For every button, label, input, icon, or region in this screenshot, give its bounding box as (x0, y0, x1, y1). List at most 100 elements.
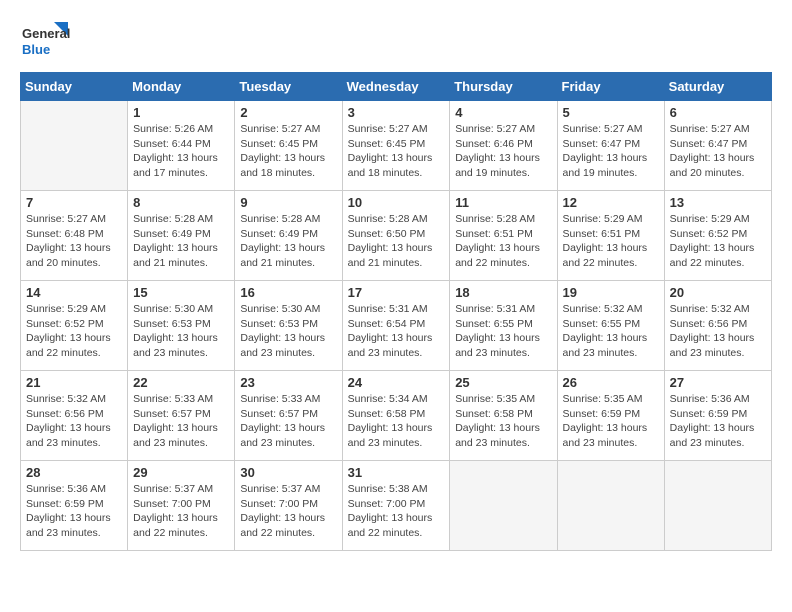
day-info: Sunrise: 5:27 AMSunset: 6:46 PMDaylight:… (455, 122, 551, 181)
day-info: Sunrise: 5:32 AMSunset: 6:55 PMDaylight:… (563, 302, 659, 361)
day-info: Sunrise: 5:27 AMSunset: 6:47 PMDaylight:… (563, 122, 659, 181)
calendar-cell (664, 461, 771, 551)
day-number: 17 (348, 285, 445, 300)
week-row-2: 14 Sunrise: 5:29 AMSunset: 6:52 PMDayligh… (21, 281, 772, 371)
calendar-table: SundayMondayTuesdayWednesdayThursdayFrid… (20, 72, 772, 551)
calendar-cell: 25 Sunrise: 5:35 AMSunset: 6:58 PMDayligh… (450, 371, 557, 461)
calendar-cell: 6 Sunrise: 5:27 AMSunset: 6:47 PMDaylight… (664, 101, 771, 191)
day-number: 2 (240, 105, 336, 120)
day-info: Sunrise: 5:27 AMSunset: 6:48 PMDaylight:… (26, 212, 122, 271)
day-info: Sunrise: 5:27 AMSunset: 6:45 PMDaylight:… (240, 122, 336, 181)
day-number: 13 (670, 195, 766, 210)
day-number: 31 (348, 465, 445, 480)
day-info: Sunrise: 5:26 AMSunset: 6:44 PMDaylight:… (133, 122, 229, 181)
calendar-cell (21, 101, 128, 191)
day-info: Sunrise: 5:30 AMSunset: 6:53 PMDaylight:… (240, 302, 336, 361)
day-info: Sunrise: 5:31 AMSunset: 6:54 PMDaylight:… (348, 302, 445, 361)
calendar-cell: 11 Sunrise: 5:28 AMSunset: 6:51 PMDayligh… (450, 191, 557, 281)
week-row-3: 21 Sunrise: 5:32 AMSunset: 6:56 PMDayligh… (21, 371, 772, 461)
calendar-cell: 14 Sunrise: 5:29 AMSunset: 6:52 PMDayligh… (21, 281, 128, 371)
day-number: 22 (133, 375, 229, 390)
day-number: 26 (563, 375, 659, 390)
calendar-header-row: SundayMondayTuesdayWednesdayThursdayFrid… (21, 73, 772, 101)
svg-text:Blue: Blue (22, 42, 50, 57)
calendar-cell: 21 Sunrise: 5:32 AMSunset: 6:56 PMDayligh… (21, 371, 128, 461)
calendar-cell: 10Sunrise: 5:28 AMSunset: 6:50 PMDayligh… (342, 191, 450, 281)
calendar-cell: 1Sunrise: 5:26 AMSunset: 6:44 PMDaylight… (128, 101, 235, 191)
day-info: Sunrise: 5:29 AMSunset: 6:51 PMDaylight:… (563, 212, 659, 271)
calendar-cell: 8 Sunrise: 5:28 AMSunset: 6:49 PMDaylight… (128, 191, 235, 281)
header: GeneralBlue (20, 20, 772, 62)
week-row-0: 1Sunrise: 5:26 AMSunset: 6:44 PMDaylight… (21, 101, 772, 191)
day-header-tuesday: Tuesday (235, 73, 342, 101)
svg-text:General: General (22, 26, 70, 41)
week-row-1: 7 Sunrise: 5:27 AMSunset: 6:48 PMDaylight… (21, 191, 772, 281)
day-header-friday: Friday (557, 73, 664, 101)
day-number: 14 (26, 285, 122, 300)
day-info: Sunrise: 5:36 AMSunset: 6:59 PMDaylight:… (26, 482, 122, 541)
calendar-cell: 16 Sunrise: 5:30 AMSunset: 6:53 PMDayligh… (235, 281, 342, 371)
calendar-cell: 27Sunrise: 5:36 AMSunset: 6:59 PMDayligh… (664, 371, 771, 461)
day-number: 12 (563, 195, 659, 210)
day-number: 27 (670, 375, 766, 390)
calendar-cell: 26 Sunrise: 5:35 AMSunset: 6:59 PMDayligh… (557, 371, 664, 461)
day-number: 24 (348, 375, 445, 390)
calendar-cell: 19 Sunrise: 5:32 AMSunset: 6:55 PMDayligh… (557, 281, 664, 371)
calendar-cell (557, 461, 664, 551)
week-row-4: 28 Sunrise: 5:36 AMSunset: 6:59 PMDayligh… (21, 461, 772, 551)
day-info: Sunrise: 5:37 AMSunset: 7:00 PMDaylight:… (240, 482, 336, 541)
day-number: 28 (26, 465, 122, 480)
calendar-cell: 24Sunrise: 5:34 AMSunset: 6:58 PMDayligh… (342, 371, 450, 461)
calendar-cell: 3Sunrise: 5:27 AMSunset: 6:45 PMDaylight… (342, 101, 450, 191)
day-info: Sunrise: 5:32 AMSunset: 6:56 PMDaylight:… (670, 302, 766, 361)
calendar-cell: 28 Sunrise: 5:36 AMSunset: 6:59 PMDayligh… (21, 461, 128, 551)
day-info: Sunrise: 5:37 AMSunset: 7:00 PMDaylight:… (133, 482, 229, 541)
day-header-thursday: Thursday (450, 73, 557, 101)
day-number: 25 (455, 375, 551, 390)
day-number: 7 (26, 195, 122, 210)
day-number: 20 (670, 285, 766, 300)
day-number: 6 (670, 105, 766, 120)
day-info: Sunrise: 5:27 AMSunset: 6:47 PMDaylight:… (670, 122, 766, 181)
day-info: Sunrise: 5:35 AMSunset: 6:58 PMDaylight:… (455, 392, 551, 451)
calendar-cell: 4Sunrise: 5:27 AMSunset: 6:46 PMDaylight… (450, 101, 557, 191)
calendar-cell: 22 Sunrise: 5:33 AMSunset: 6:57 PMDayligh… (128, 371, 235, 461)
day-number: 10 (348, 195, 445, 210)
calendar-cell: 9Sunrise: 5:28 AMSunset: 6:49 PMDaylight… (235, 191, 342, 281)
day-header-sunday: Sunday (21, 73, 128, 101)
day-number: 30 (240, 465, 336, 480)
calendar-cell: 13Sunrise: 5:29 AMSunset: 6:52 PMDayligh… (664, 191, 771, 281)
day-info: Sunrise: 5:32 AMSunset: 6:56 PMDaylight:… (26, 392, 122, 451)
calendar-cell (450, 461, 557, 551)
day-info: Sunrise: 5:28 AMSunset: 6:51 PMDaylight:… (455, 212, 551, 271)
calendar-cell: 12 Sunrise: 5:29 AMSunset: 6:51 PMDayligh… (557, 191, 664, 281)
logo: GeneralBlue (20, 20, 70, 62)
calendar-cell: 18Sunrise: 5:31 AMSunset: 6:55 PMDayligh… (450, 281, 557, 371)
calendar-cell: 20 Sunrise: 5:32 AMSunset: 6:56 PMDayligh… (664, 281, 771, 371)
calendar-cell: 23 Sunrise: 5:33 AMSunset: 6:57 PMDayligh… (235, 371, 342, 461)
day-number: 5 (563, 105, 659, 120)
calendar-cell: 5 Sunrise: 5:27 AMSunset: 6:47 PMDaylight… (557, 101, 664, 191)
day-number: 11 (455, 195, 551, 210)
day-number: 15 (133, 285, 229, 300)
day-number: 19 (563, 285, 659, 300)
day-info: Sunrise: 5:29 AMSunset: 6:52 PMDaylight:… (26, 302, 122, 361)
day-info: Sunrise: 5:33 AMSunset: 6:57 PMDaylight:… (133, 392, 229, 451)
calendar-cell: 30 Sunrise: 5:37 AMSunset: 7:00 PMDayligh… (235, 461, 342, 551)
logo-svg: GeneralBlue (20, 20, 70, 62)
day-number: 8 (133, 195, 229, 210)
day-number: 16 (240, 285, 336, 300)
day-info: Sunrise: 5:35 AMSunset: 6:59 PMDaylight:… (563, 392, 659, 451)
calendar-cell: 17 Sunrise: 5:31 AMSunset: 6:54 PMDayligh… (342, 281, 450, 371)
day-info: Sunrise: 5:33 AMSunset: 6:57 PMDaylight:… (240, 392, 336, 451)
day-number: 23 (240, 375, 336, 390)
day-info: Sunrise: 5:28 AMSunset: 6:49 PMDaylight:… (133, 212, 229, 271)
day-number: 29 (133, 465, 229, 480)
day-number: 21 (26, 375, 122, 390)
day-header-wednesday: Wednesday (342, 73, 450, 101)
day-number: 18 (455, 285, 551, 300)
day-number: 9 (240, 195, 336, 210)
day-header-saturday: Saturday (664, 73, 771, 101)
day-number: 3 (348, 105, 445, 120)
day-header-monday: Monday (128, 73, 235, 101)
